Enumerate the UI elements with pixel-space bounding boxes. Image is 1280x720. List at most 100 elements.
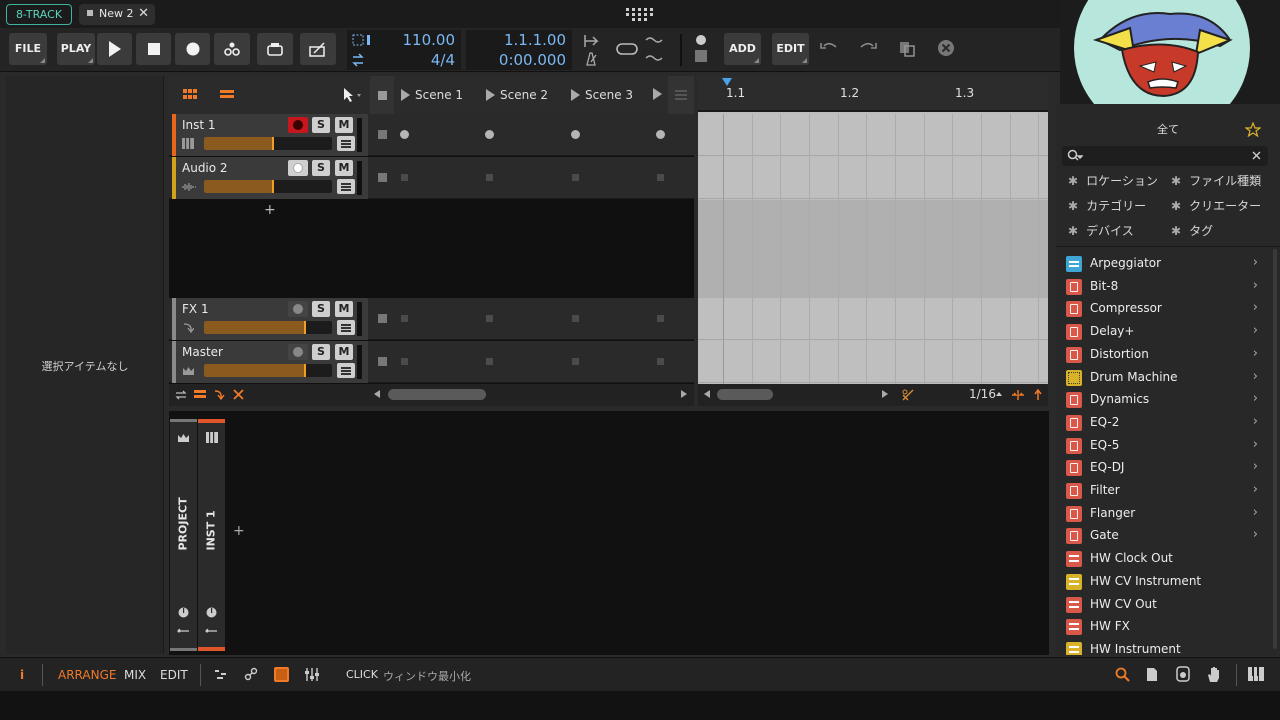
add-menu-button[interactable]: ADD: [724, 33, 761, 65]
solo-button[interactable]: S: [312, 160, 330, 176]
chevron-right-icon[interactable]: ›: [1253, 369, 1258, 384]
clip-slot[interactable]: [400, 130, 409, 139]
edit-menu-button[interactable]: EDIT: [772, 33, 809, 65]
scroll-left-icon[interactable]: [704, 390, 710, 398]
note-editor-icon[interactable]: [214, 668, 228, 682]
browser-item[interactable]: Dynamics ›: [1056, 389, 1280, 411]
add-track-button[interactable]: +: [264, 202, 276, 218]
chevron-right-icon[interactable]: ›: [1253, 255, 1258, 270]
chevron-right-icon[interactable]: ›: [1253, 437, 1258, 452]
chevron-right-icon[interactable]: ›: [1253, 300, 1258, 315]
track-row[interactable]: Inst 1 S M: [169, 114, 694, 156]
grid-resolution[interactable]: 1/16: [969, 387, 996, 401]
mute-button[interactable]: M: [335, 117, 353, 133]
filter-device[interactable]: ✱ デバイス: [1068, 222, 1134, 239]
time-signature[interactable]: 4/4: [431, 51, 455, 70]
power-icon[interactable]: [206, 607, 217, 618]
clear-search-icon[interactable]: [1252, 151, 1261, 160]
scroll-right-icon[interactable]: [882, 390, 888, 398]
chevron-right-icon[interactable]: ›: [1253, 346, 1258, 361]
hand-icon[interactable]: [1206, 666, 1221, 683]
record-arm-button[interactable]: [288, 117, 308, 133]
favorite-star-icon[interactable]: [1245, 122, 1261, 137]
automation-write-button[interactable]: [214, 33, 250, 65]
clip-slot[interactable]: [486, 174, 493, 181]
routing-icon[interactable]: [205, 627, 218, 635]
clear-icon[interactable]: [233, 389, 244, 400]
swap-icon[interactable]: [175, 389, 187, 401]
file-icon[interactable]: [1146, 667, 1158, 682]
browser-item[interactable]: HW CV Instrument: [1056, 571, 1280, 593]
overdub-button[interactable]: [257, 33, 293, 65]
close-tab-icon[interactable]: ✕: [138, 4, 149, 23]
edit-view-button[interactable]: EDIT: [160, 668, 188, 682]
browser-item[interactable]: Compressor ›: [1056, 298, 1280, 320]
solo-button[interactable]: S: [312, 301, 330, 317]
scene-3[interactable]: Scene 3: [565, 76, 650, 114]
track-name[interactable]: Inst 1: [182, 118, 216, 132]
volume-slider[interactable]: [204, 364, 332, 377]
redo-icon[interactable]: [858, 41, 878, 55]
record-button[interactable]: [175, 33, 210, 65]
keyboard-icon[interactable]: [1248, 667, 1264, 681]
clip-slot[interactable]: [401, 358, 408, 365]
mix-view-button[interactable]: MIX: [124, 668, 146, 682]
project-template-badge[interactable]: 8-TRACK: [6, 4, 72, 25]
copy-icon[interactable]: [898, 40, 916, 58]
browser-item[interactable]: EQ-DJ ›: [1056, 457, 1280, 479]
chevron-right-icon[interactable]: ›: [1253, 459, 1258, 474]
volume-handle[interactable]: [304, 364, 306, 377]
clip-slot[interactable]: [401, 315, 408, 322]
clip-slot[interactable]: [657, 315, 664, 322]
clip-slot[interactable]: [401, 174, 408, 181]
browser-item[interactable]: Bit-8 ›: [1056, 276, 1280, 298]
arranger-lane[interactable]: [698, 298, 1048, 340]
filter-category[interactable]: ✱ カテゴリー: [1068, 197, 1146, 214]
info-icon[interactable]: i: [20, 668, 24, 682]
track-menu-button[interactable]: [337, 179, 355, 194]
grid-dropdown-icon[interactable]: [996, 392, 1002, 396]
launcher-overdub-button[interactable]: [300, 33, 336, 65]
track-name[interactable]: FX 1: [182, 302, 209, 316]
volume-slider[interactable]: [204, 137, 332, 150]
arranger-empty-area[interactable]: [698, 200, 1048, 298]
scroll-right-icon[interactable]: [681, 390, 687, 398]
track-list-icon[interactable]: [194, 389, 206, 401]
clip-slot[interactable]: [657, 174, 664, 181]
arranger-lane[interactable]: [698, 341, 1048, 383]
arranger-lane[interactable]: [698, 157, 1048, 199]
arranger-view-icon[interactable]: [220, 89, 234, 100]
clip-slot[interactable]: [486, 315, 493, 322]
mute-button[interactable]: M: [335, 160, 353, 176]
browser-item[interactable]: Filter ›: [1056, 480, 1280, 502]
browser-item[interactable]: Flanger ›: [1056, 503, 1280, 525]
solo-button[interactable]: S: [312, 117, 330, 133]
browser-item[interactable]: HW FX: [1056, 616, 1280, 638]
chevron-right-icon[interactable]: ›: [1253, 414, 1258, 429]
scene-2[interactable]: Scene 2: [480, 76, 565, 114]
loop-icon[interactable]: [616, 42, 638, 56]
stop-button[interactable]: [136, 33, 171, 65]
track-name[interactable]: Audio 2: [182, 161, 228, 175]
browser-item[interactable]: HW Instrument: [1056, 639, 1280, 655]
clip-slot[interactable]: [571, 130, 580, 139]
track-stop-button[interactable]: [378, 314, 387, 323]
file-menu-button[interactable]: FILE: [9, 33, 47, 65]
track-stop-button[interactable]: [378, 173, 387, 182]
track-stop-button[interactable]: [378, 130, 387, 139]
timeline-ruler[interactable]: 1.1 1.2 1.3: [698, 76, 1048, 112]
chevron-right-icon[interactable]: ›: [1253, 391, 1258, 406]
automation-editor-icon[interactable]: [244, 667, 258, 681]
browser-scrollbar[interactable]: [1273, 249, 1277, 649]
solo-button[interactable]: S: [312, 344, 330, 360]
browser-search-input[interactable]: [1062, 146, 1268, 166]
undo-icon[interactable]: [819, 41, 839, 55]
chevron-right-icon[interactable]: ›: [1253, 505, 1258, 520]
project-strip[interactable]: PROJECT: [170, 419, 197, 651]
power-icon[interactable]: [178, 607, 189, 618]
track-header-inst-1[interactable]: Inst 1 S M: [172, 114, 368, 156]
mixer-icon[interactable]: [304, 667, 320, 682]
play-button[interactable]: [97, 33, 132, 65]
volume-slider[interactable]: [204, 180, 332, 193]
browser-item[interactable]: Distortion ›: [1056, 344, 1280, 366]
